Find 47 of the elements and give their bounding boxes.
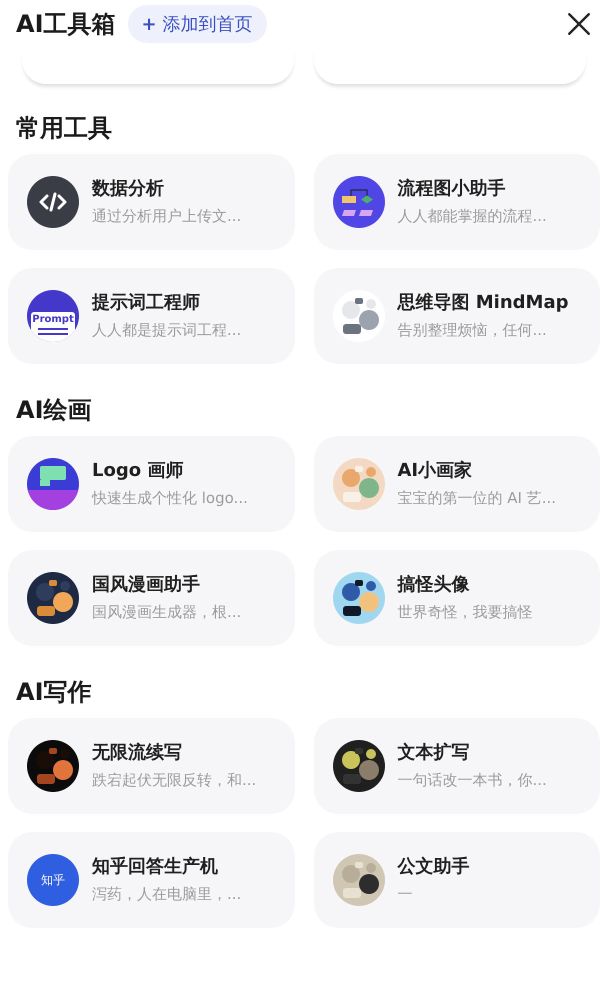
tool-name: 流程图小助手	[398, 178, 506, 201]
tool-name: 文本扩写	[398, 742, 470, 765]
prompt-icon: Prompt	[27, 290, 79, 342]
tool-card[interactable]: 思维导图 MindMap 告别整理烦恼，任何...	[314, 268, 600, 364]
tool-card[interactable]: AI小画家 宝宝的第一位的 AI 艺...	[314, 436, 600, 532]
tool-card[interactable]: Prompt 提示词工程师 人人都是提示词工程...	[8, 268, 294, 364]
tool-name: 知乎回答生产机	[92, 856, 219, 879]
logo-icon	[27, 458, 79, 510]
add-to-home-button[interactable]: + 添加到首页	[128, 5, 267, 43]
tool-name: 提示词工程师	[92, 292, 201, 315]
flowchart-icon	[332, 176, 384, 228]
tool-name: AI小画家	[398, 460, 474, 483]
tool-description: 宝宝的第一位的 AI 艺...	[398, 488, 556, 508]
tool-card[interactable]: 无限流续写 跌宕起伏无限反转，和...	[8, 718, 294, 814]
app-logo-icon: 知乎	[27, 854, 79, 906]
tool-name: 数据分析	[92, 178, 165, 201]
tool-name: Logo 画师	[92, 460, 184, 483]
tool-description: 人人都是提示词工程...	[92, 320, 242, 340]
tool-card[interactable]: 流程图小助手 人人都能掌握的流程...	[314, 154, 600, 250]
tool-description: 通过分析用户上传文...	[92, 206, 242, 226]
tool-card[interactable]: 公文助手 一	[314, 832, 600, 928]
tool-description: 泻药，人在电脑里，...	[92, 884, 242, 904]
close-icon[interactable]	[566, 11, 592, 37]
page-title: AI工具箱	[16, 9, 116, 40]
tool-description: 一	[398, 884, 414, 904]
code-icon	[27, 176, 79, 228]
tool-name: 公文助手	[398, 856, 470, 879]
tool-description: 一句话改一本书，你...	[398, 770, 547, 790]
section-title: AI绘画	[16, 398, 92, 422]
tool-name: 思维导图 MindMap	[398, 292, 568, 315]
section-title: 常用工具	[16, 116, 112, 140]
tool-description: 国风漫画生成器，根...	[92, 602, 242, 622]
tool-card[interactable]: 国风漫画助手 国风漫画生成器，根...	[8, 550, 294, 646]
tool-name: 国风漫画助手	[92, 574, 201, 597]
tool-name: 搞怪头像	[398, 574, 470, 597]
tool-card[interactable]: 数据分析 通过分析用户上传文...	[8, 154, 294, 250]
tool-description: 跌宕起伏无限反转，和...	[92, 770, 256, 790]
tool-description: 世界奇怪，我要搞怪	[398, 602, 532, 622]
section-title: AI写作	[16, 680, 92, 704]
tool-description: 告别整理烦恼，任何...	[398, 320, 548, 340]
tool-card[interactable]: Logo 画师 快速生成个性化 logo...	[8, 436, 294, 532]
tool-card[interactable]: 搞怪头像 世界奇怪，我要搞怪	[314, 550, 600, 646]
tool-card[interactable]: 文本扩写 一句话改一本书，你...	[314, 718, 600, 814]
tool-card[interactable]: 知乎 知乎回答生产机 泻药，人在电脑里，...	[8, 832, 294, 928]
tool-description: 人人都能掌握的流程...	[398, 206, 547, 226]
tool-name: 无限流续写	[92, 742, 183, 765]
tool-description: 快速生成个性化 logo...	[92, 488, 248, 508]
